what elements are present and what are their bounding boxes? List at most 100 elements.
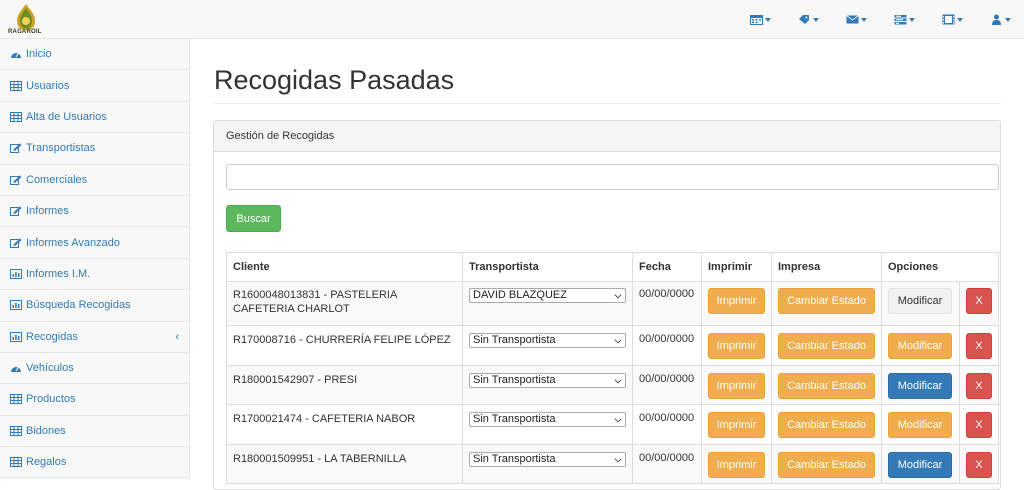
- delete-button[interactable]: X: [965, 372, 992, 399]
- chevron-left-icon[interactable]: ‹: [175, 331, 179, 343]
- cambiar-estado-button[interactable]: Cambiar Estado: [778, 288, 875, 314]
- buscar-button[interactable]: Buscar: [226, 205, 281, 232]
- cell-cliente: R170008716 - CHURRERÍA FELIPE LÓPEZ: [225, 325, 464, 366]
- imprimir-button[interactable]: Imprimir: [708, 333, 765, 359]
- modificar-button[interactable]: Modificar: [888, 412, 952, 438]
- calendar-icon[interactable]: [736, 0, 784, 39]
- chevron-down-icon: [614, 291, 622, 299]
- sidebar-item-busqueda-recogidas[interactable]: Búsqueda Recogidas: [0, 290, 189, 322]
- imprimir-button[interactable]: Imprimir: [708, 451, 765, 478]
- header-opciones: Opciones: [881, 252, 960, 282]
- cell-fecha: 00/00/0000: [632, 443, 702, 484]
- cell-impresa: Cambiar Estado: [771, 364, 882, 405]
- table-icon: [10, 394, 22, 405]
- bar-chart-icon: [10, 300, 22, 311]
- sidebar-item-label: Informes: [26, 205, 69, 218]
- cambiar-estado-button[interactable]: Cambiar Estado: [778, 372, 875, 399]
- sidebar-item-usuarios[interactable]: Usuarios: [0, 70, 189, 102]
- cell-fecha: 00/00/0000: [632, 325, 702, 366]
- sidebar-item-vehiculos[interactable]: Vehículos: [0, 353, 189, 385]
- modificar-button[interactable]: Modificar: [888, 288, 952, 314]
- caret-down-icon: [956, 17, 963, 22]
- table-icon: [10, 425, 22, 436]
- cell-modificar: Modificar: [881, 281, 960, 326]
- delete-button[interactable]: X: [965, 451, 992, 478]
- sidebar-item-productos[interactable]: Productos: [0, 384, 189, 416]
- sidebar-item-label: Usuarios: [26, 79, 70, 92]
- cambiar-estado-button[interactable]: Cambiar Estado: [778, 333, 875, 359]
- bar-chart-icon: [10, 268, 22, 279]
- table-row: R1600048013831 - PASTELERIA CAFETERIA CH…: [225, 281, 1000, 326]
- logo-text: RAGAROIL: [8, 29, 42, 35]
- sidebar-item-bidones[interactable]: Bidones: [0, 416, 189, 448]
- main-content: Recogidas Pasadas Gestión de Recogidas B…: [190, 39, 1024, 490]
- cell-fecha: 00/00/0000: [632, 364, 702, 405]
- sidebar-item-informes[interactable]: Informes: [0, 196, 189, 228]
- chevron-down-icon: [614, 376, 622, 383]
- edit-icon: [10, 238, 22, 248]
- delete-button[interactable]: X: [965, 288, 992, 314]
- tasks-icon[interactable]: [880, 0, 928, 39]
- transportista-select[interactable]: DAVID BLAZQUEZ: [469, 288, 627, 303]
- imprimir-button[interactable]: Imprimir: [708, 288, 765, 314]
- transportista-select[interactable]: Sin Transportista: [469, 333, 627, 348]
- transportista-selected-value: Sin Transportista: [473, 413, 556, 425]
- sidebar-item-recogidas[interactable]: Recogidas ‹: [0, 322, 189, 353]
- cell-transportista: Sin Transportista: [462, 364, 634, 405]
- transportista-select[interactable]: Sin Transportista: [469, 372, 627, 388]
- transportista-selected-value: Sin Transportista: [473, 452, 556, 465]
- delete-button[interactable]: X: [965, 412, 992, 438]
- tags-icon[interactable]: [784, 0, 832, 39]
- table-row: R180001542907 - PRESI Sin Transportista 00…: [225, 364, 1000, 405]
- imprimir-button[interactable]: Imprimir: [708, 412, 765, 438]
- cell-cliente: R180001542907 - PRESI: [225, 364, 464, 405]
- sidebar-item-informes-avanzado[interactable]: Informes Avanzado: [0, 227, 189, 259]
- chevron-down-icon: [614, 336, 622, 344]
- transportista-select[interactable]: Sin Transportista: [469, 451, 627, 467]
- header-impresa: Impresa: [771, 252, 882, 282]
- film-icon[interactable]: [928, 0, 976, 39]
- cambiar-estado-button[interactable]: Cambiar Estado: [778, 451, 875, 478]
- sidebar-item-label: Búsqueda Recogidas: [26, 299, 131, 312]
- caret-down-icon: [860, 17, 867, 22]
- cambiar-estado-button[interactable]: Cambiar Estado: [778, 412, 875, 438]
- sidebar-item-label: Bidones: [26, 424, 66, 437]
- sidebar-item-alta-de-usuarios[interactable]: Alta de Usuarios: [0, 102, 189, 134]
- cell-imprimir: Imprimir: [701, 404, 772, 445]
- sidebar-item-label: Comerciales: [26, 173, 88, 186]
- cell-cliente: R1600048013831 - PASTELERIA CAFETERIA CH…: [225, 281, 464, 326]
- cell-modificar: Modificar: [881, 443, 960, 484]
- transportista-selected-value: Sin Transportista: [473, 334, 556, 346]
- user-icon[interactable]: [976, 0, 1024, 39]
- sidebar-item-inicio[interactable]: Inicio: [0, 39, 189, 71]
- panel-heading: Gestión de Recogidas: [214, 121, 1000, 152]
- imprimir-button[interactable]: Imprimir: [708, 372, 765, 399]
- chevron-down-icon: [614, 455, 622, 462]
- modificar-button[interactable]: Modificar: [888, 372, 952, 399]
- cell-transportista: DAVID BLAZQUEZ: [462, 281, 634, 326]
- delete-button[interactable]: X: [965, 333, 992, 359]
- sidebar-item-informes-i-m[interactable]: Informes I.M.: [0, 259, 189, 291]
- dashboard-icon: [10, 49, 22, 59]
- cell-imprimir: Imprimir: [701, 443, 772, 484]
- table-icon: [10, 80, 22, 91]
- search-input[interactable]: [226, 164, 999, 190]
- transportista-selected-value: DAVID BLAZQUEZ: [473, 289, 567, 301]
- sidebar-item-regalos[interactable]: Regalos: [0, 447, 189, 479]
- dashboard-icon: [10, 363, 22, 373]
- sidebar-item-comerciales[interactable]: Comerciales: [0, 165, 189, 196]
- header-empty: [959, 252, 1000, 282]
- modificar-button[interactable]: Modificar: [888, 451, 952, 478]
- table-header-row: Cliente Transportista Fecha Imprimir Imp…: [225, 252, 1000, 282]
- sidebar-item-label: Vehículos: [26, 362, 74, 375]
- cell-cliente: R180001509951 - LA TABERNILLA: [225, 443, 464, 484]
- chevron-down-icon: [614, 415, 622, 423]
- sidebar-item-label: Recogidas: [26, 330, 78, 343]
- sidebar-item-label: Transportistas: [26, 142, 96, 155]
- header-transportista: Transportista: [462, 252, 634, 282]
- sidebar-item-transportistas[interactable]: Transportistas: [0, 133, 189, 165]
- envelope-icon[interactable]: [832, 0, 880, 39]
- modificar-button[interactable]: Modificar: [888, 333, 952, 359]
- sidebar-item-label: Regalos: [26, 456, 67, 469]
- transportista-select[interactable]: Sin Transportista: [469, 412, 627, 427]
